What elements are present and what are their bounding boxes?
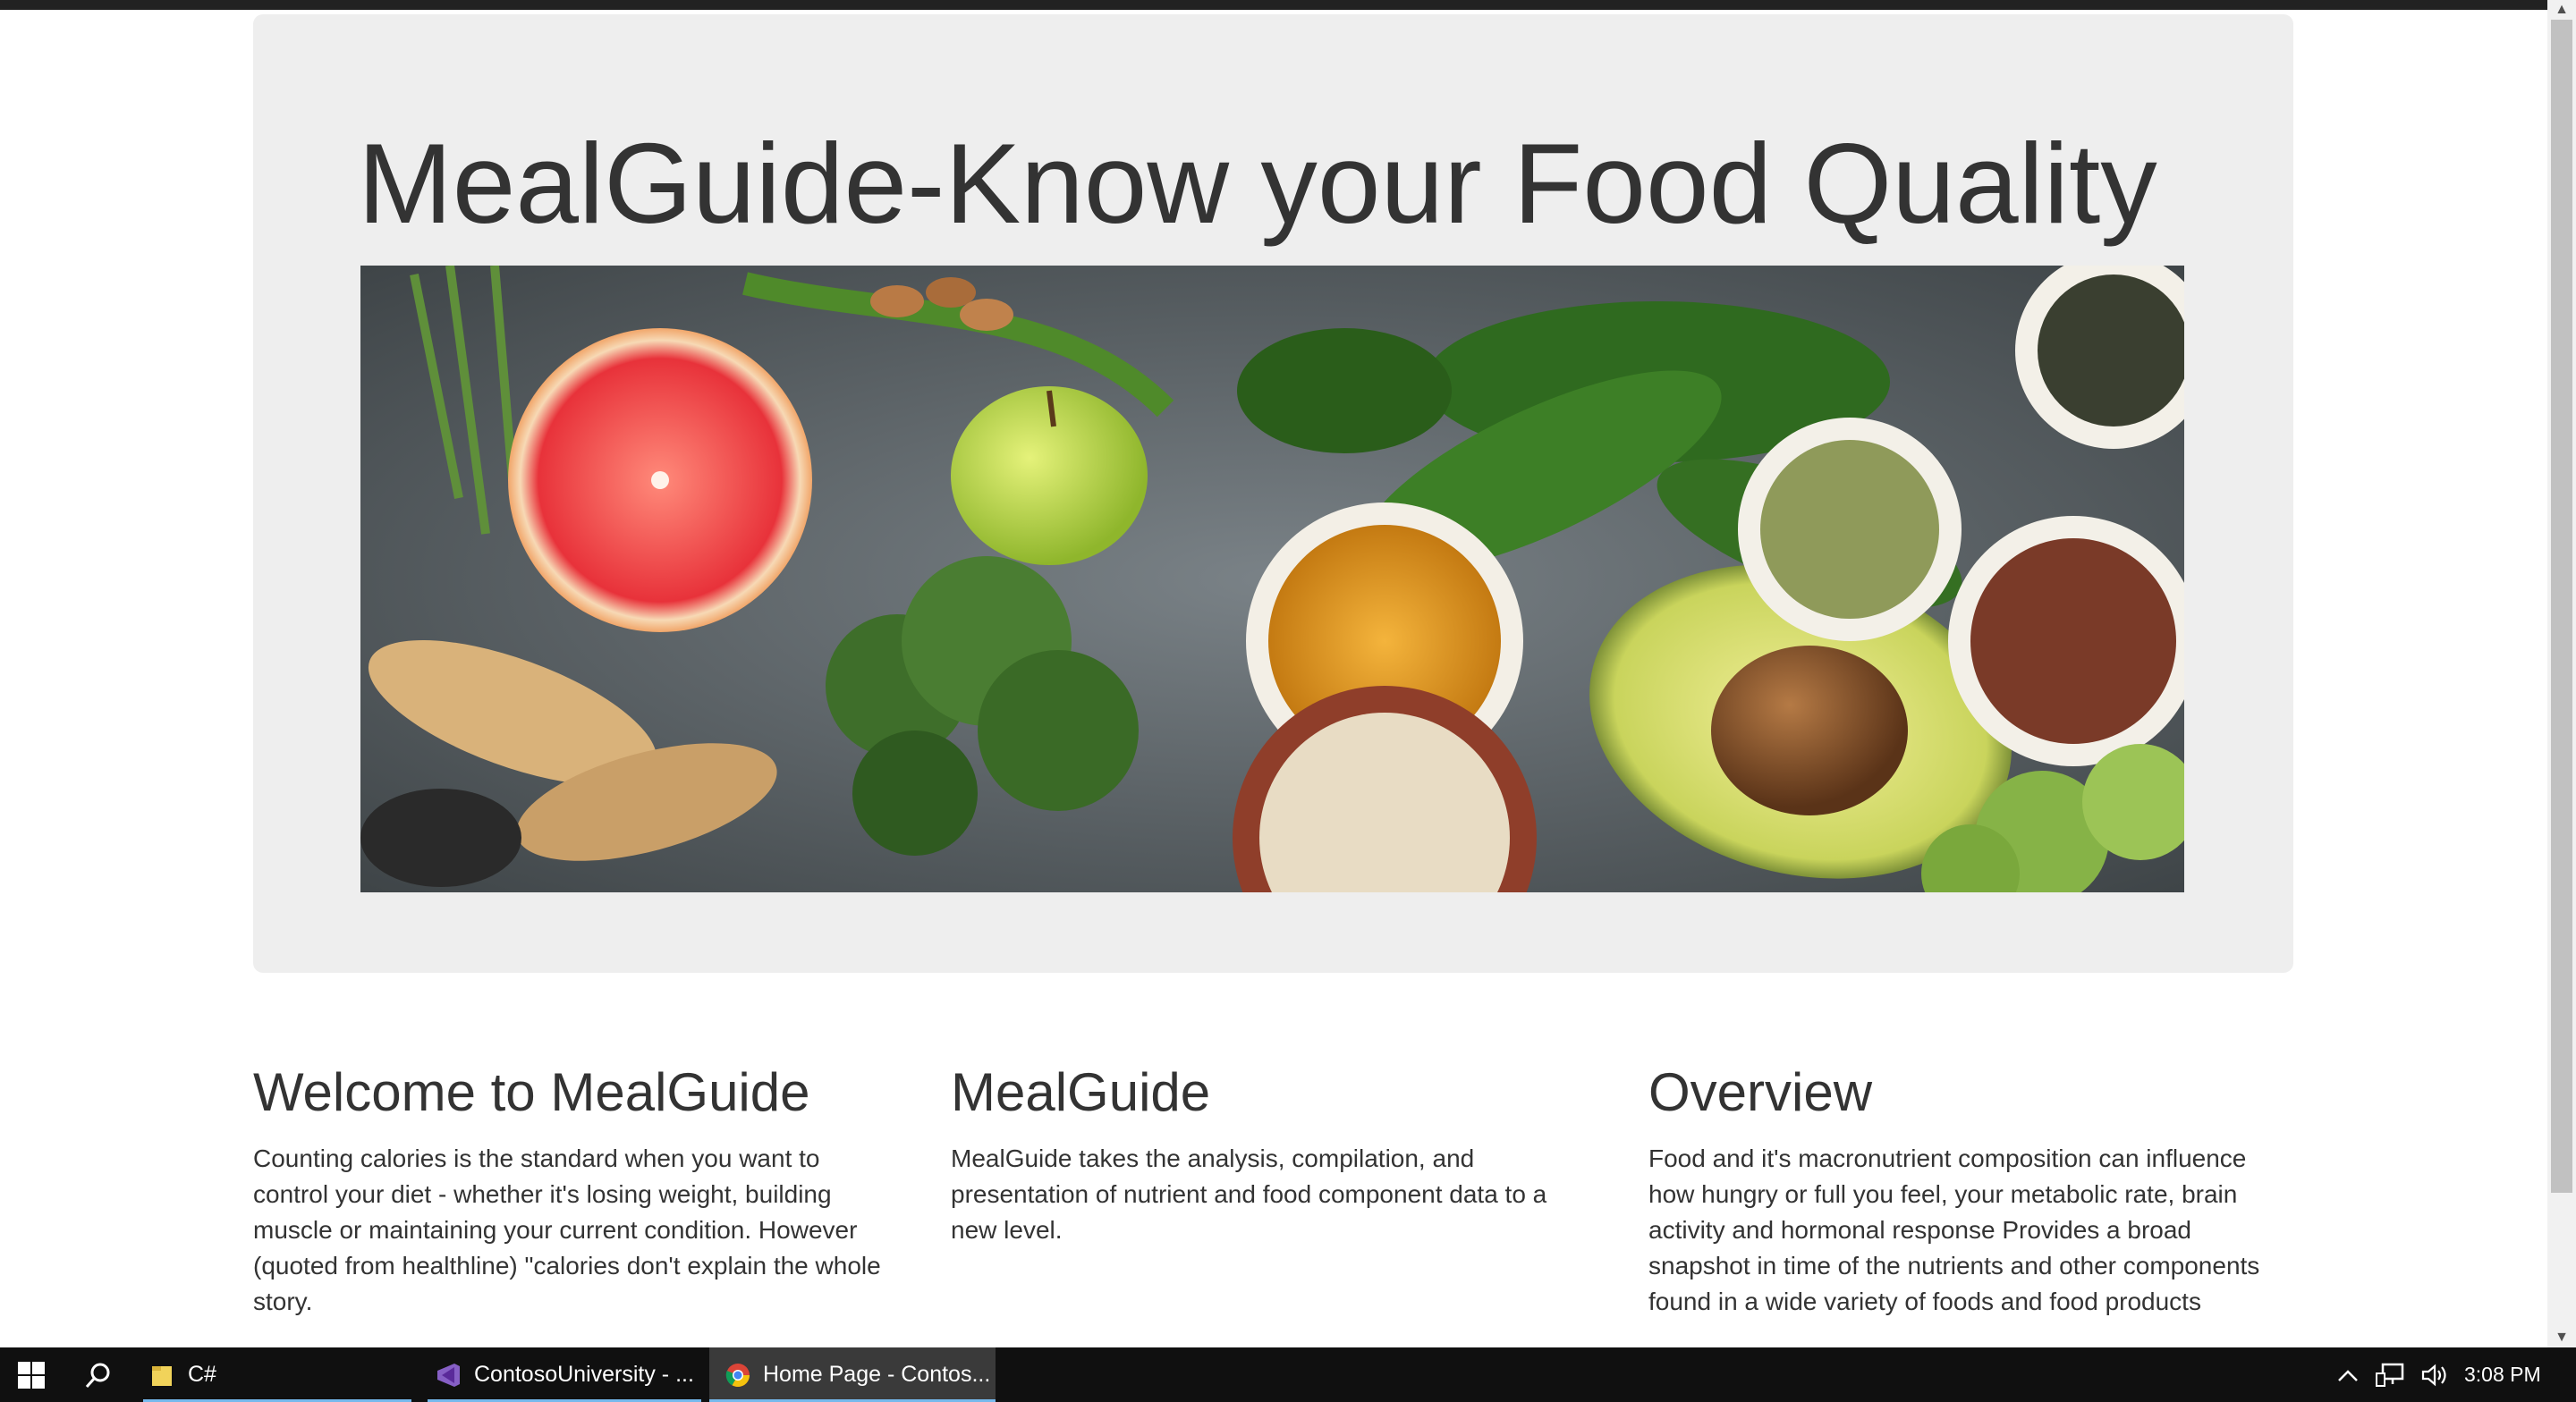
column-text: MealGuide takes the analysis, compilatio… — [951, 1144, 1547, 1244]
column-overview: Overview Food and it's macronutrient com… — [1648, 1061, 2275, 1320]
chevron-up-icon — [2338, 1369, 2358, 1381]
scrollbar-thumb[interactable] — [2551, 20, 2572, 1193]
hero-food-image — [360, 266, 2184, 892]
column-title: Welcome to MealGuide — [253, 1062, 810, 1122]
chrome-icon — [725, 1363, 750, 1388]
hero-title: MealGuide-Know your Food Quality — [358, 120, 2157, 247]
taskbar-clock[interactable]: 3:08 PM — [2464, 1347, 2541, 1402]
visual-studio-icon — [435, 1362, 462, 1389]
browser-top-edge — [0, 0, 2547, 10]
taskbar-item-chrome[interactable]: Home Page - Contos... — [709, 1347, 996, 1402]
search-icon — [85, 1363, 110, 1388]
show-hidden-icons-button[interactable] — [2330, 1347, 2366, 1402]
volume-button[interactable] — [2415, 1347, 2454, 1402]
windows-taskbar: C# ContosoUniversity - ... Home Page - C… — [0, 1347, 2576, 1402]
start-button[interactable] — [0, 1347, 63, 1402]
vertical-scrollbar[interactable]: ▲ ▼ — [2547, 0, 2576, 1347]
scroll-down-icon[interactable]: ▼ — [2547, 1328, 2576, 1347]
search-button[interactable] — [67, 1347, 130, 1402]
scroll-up-icon[interactable]: ▲ — [2547, 0, 2576, 20]
speaker-icon — [2421, 1364, 2446, 1386]
windows-logo-icon — [18, 1361, 45, 1389]
page-viewport: MealGuide-Know your Food Quality Welcome… — [0, 10, 2547, 1347]
network-button[interactable] — [2370, 1347, 2410, 1402]
column-mealguide: MealGuide MealGuide takes the analysis, … — [951, 1061, 1577, 1248]
folder-icon — [150, 1363, 175, 1388]
taskbar-item-visual-studio[interactable]: ContosoUniversity - ... — [428, 1347, 701, 1402]
column-text: Counting calories is the standard when y… — [253, 1144, 881, 1315]
taskbar-item-folder[interactable]: C# — [143, 1347, 411, 1402]
column-welcome: Welcome to MealGuide Counting calories i… — [253, 1061, 897, 1320]
taskbar-item-label: ContosoUniversity - ... — [474, 1362, 694, 1387]
network-icon — [2376, 1363, 2404, 1387]
taskbar-item-label: C# — [188, 1362, 216, 1387]
column-text: Food and it's macronutrient composition … — [1648, 1144, 2260, 1315]
taskbar-item-label: Home Page - Contos... — [763, 1362, 991, 1387]
column-title: MealGuide — [951, 1062, 1211, 1122]
jumbotron: MealGuide-Know your Food Quality — [253, 14, 2293, 973]
column-title: Overview — [1648, 1062, 1873, 1122]
